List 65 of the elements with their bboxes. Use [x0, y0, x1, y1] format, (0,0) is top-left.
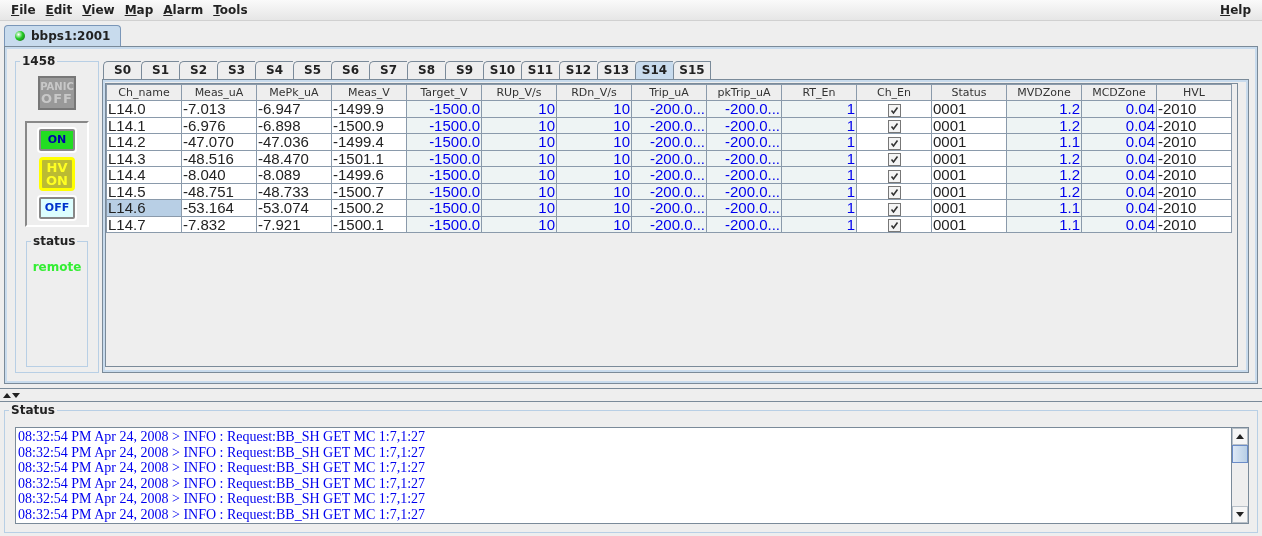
column-header[interactable]: Meas_V	[331, 84, 407, 101]
column-header[interactable]: MCDZone	[1081, 84, 1157, 101]
slot-tab[interactable]: S11	[521, 61, 559, 79]
status-value: remote	[32, 260, 82, 274]
scroll-thumb[interactable]	[1232, 445, 1248, 463]
slot-tab[interactable]: S13	[597, 61, 635, 79]
down-arrow-icon	[1236, 512, 1244, 517]
slot-tab[interactable]: S9	[445, 61, 483, 79]
checkbox[interactable]	[887, 202, 901, 216]
checkbox[interactable]	[887, 186, 901, 199]
off-button[interactable]: OFF	[39, 197, 75, 219]
log-line: 08:32:54 PM Apr 24, 2008 > INFO : Request:BB_SH GET MC 1:7,1:27	[18, 506, 427, 522]
scroll-down-button[interactable]	[1232, 506, 1248, 523]
column-header[interactable]: Meas_uA	[181, 84, 257, 101]
slot-tab[interactable]: S4	[255, 61, 293, 79]
column-header[interactable]: RUp_V/s	[481, 84, 557, 101]
menu-item[interactable]: File	[6, 2, 41, 17]
connection-tab[interactable]: bbps1:2001	[4, 25, 122, 46]
slot-tab[interactable]: S12	[559, 61, 597, 79]
slot-tab[interactable]: S8	[407, 61, 445, 79]
slot-tab[interactable]: S7	[369, 61, 407, 79]
column-header[interactable]: Status	[931, 84, 1007, 101]
slot-tab[interactable]: S15	[673, 61, 711, 79]
scrollbar[interactable]	[1231, 428, 1248, 523]
slot-tab[interactable]: S2	[179, 61, 217, 79]
slot-tab[interactable]: S10	[483, 61, 521, 79]
checkbox[interactable]	[887, 169, 901, 183]
checkbox[interactable]	[887, 219, 901, 232]
column-header[interactable]: pkTrip_uA	[706, 84, 782, 101]
column-header[interactable]: Ch_En	[856, 84, 932, 101]
checkbox[interactable]	[887, 103, 901, 117]
log-line: 08:32:54 PM Apr 24, 2008 > INFO : Request:BB_SH GET MC 1:7,1:27	[18, 475, 427, 491]
on-button[interactable]: ON	[39, 129, 75, 151]
log-line: 08:32:54 PM Apr 24, 2008 > INFO : Request:BB_SH GET MC 1:7,1:27	[18, 460, 427, 476]
log-line: 08:32:54 PM Apr 24, 2008 > INFO : Request:BB_SH GET MC 1:7,1:27	[18, 444, 427, 460]
slot-tab[interactable]: S14	[635, 61, 673, 79]
checkbox[interactable]	[887, 120, 901, 133]
column-header[interactable]: MVDZone	[1006, 84, 1082, 101]
menu-item[interactable]: Alarm	[158, 2, 209, 17]
column-header[interactable]: Trip_uA	[631, 84, 707, 101]
column-header[interactable]: MePk_uA	[256, 84, 332, 101]
column-header[interactable]: Ch_name	[106, 84, 182, 101]
slot-tab[interactable]: S6	[331, 61, 369, 79]
scroll-up-button[interactable]	[1232, 428, 1248, 445]
collapse-up-icon	[3, 392, 11, 398]
column-header[interactable]: RT_En	[781, 84, 857, 101]
slot-tab[interactable]: S0	[103, 61, 141, 79]
up-arrow-icon	[1236, 434, 1244, 439]
checkbox[interactable]	[887, 136, 901, 150]
log-line: 08:32:54 PM Apr 24, 2008 > INFO : Request:BB_SH GET MC 1:7,1:27	[18, 429, 427, 445]
menu-item[interactable]: Help	[1215, 2, 1256, 17]
menu-item[interactable]: Map	[119, 2, 159, 17]
slot-tab[interactable]: S5	[293, 61, 331, 79]
menu-item[interactable]: View	[77, 2, 120, 17]
collapse-down-icon	[12, 392, 20, 398]
slot-tab[interactable]: S3	[217, 61, 255, 79]
log-line: 08:32:54 PM Apr 24, 2008 > INFO : Request:BB_SH GET MC 1:7,1:27	[18, 491, 427, 507]
column-header[interactable]: RDn_V/s	[556, 84, 632, 101]
menu-item[interactable]: Edit	[40, 2, 78, 17]
checkbox[interactable]	[887, 153, 901, 166]
slot-tab[interactable]: S1	[141, 61, 179, 79]
tab-label: bbps1:2001	[31, 29, 111, 43]
column-header[interactable]: Target_V	[406, 84, 482, 101]
menu-item[interactable]: Tools	[208, 2, 253, 17]
column-header[interactable]: HVL	[1156, 84, 1232, 101]
